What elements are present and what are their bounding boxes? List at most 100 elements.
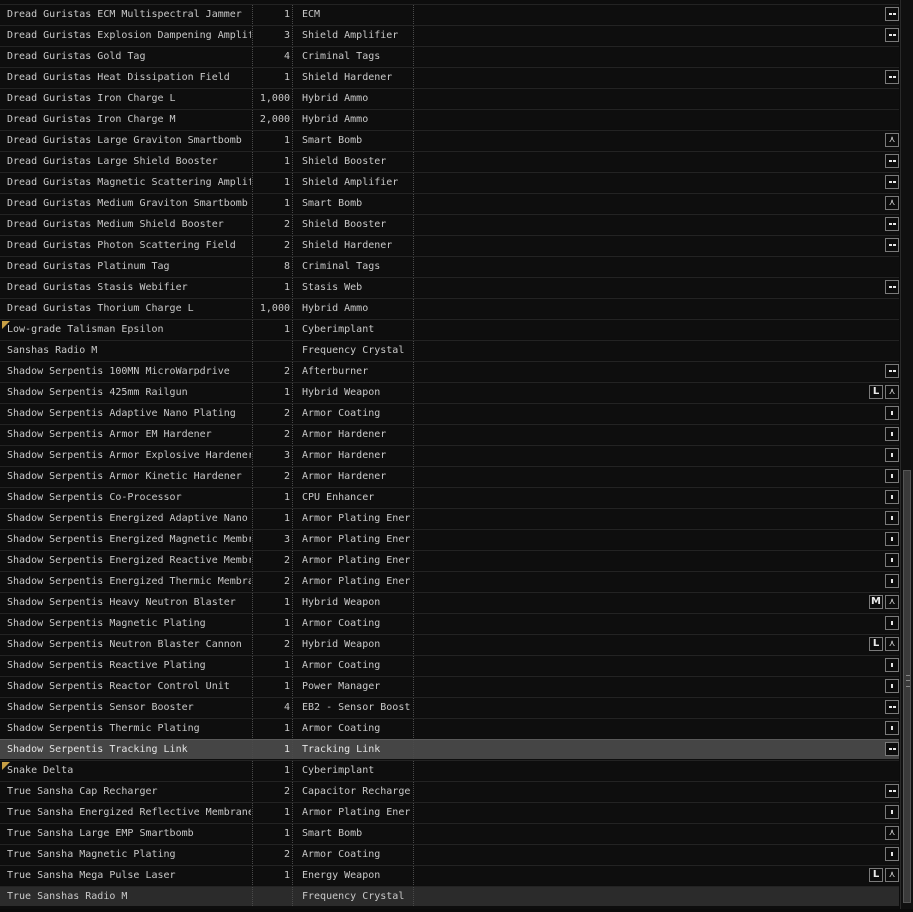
item-name: Shadow Serpentis Energized Adaptive Nano… bbox=[7, 513, 251, 524]
turret-hardpoint-icon[interactable]: ⋏ bbox=[885, 385, 899, 399]
low-slot-icon[interactable] bbox=[885, 679, 899, 693]
table-row[interactable]: True Sansha Cap Recharger 2 Capacitor Rech… bbox=[0, 781, 899, 801]
item-group: Frequency Crystal bbox=[302, 891, 405, 902]
scrollbar-thumb[interactable] bbox=[903, 470, 911, 903]
high-slot-icon[interactable] bbox=[885, 238, 899, 252]
high-slot-icon[interactable] bbox=[885, 364, 899, 378]
scrollbar[interactable] bbox=[900, 0, 913, 909]
table-row[interactable]: Shadow Serpentis Armor Explosive Hardene… bbox=[0, 445, 899, 465]
table-row[interactable]: True Sansha Magnetic Plating 2 Armor Coati… bbox=[0, 844, 899, 864]
table-row[interactable]: Shadow Serpentis Energized Magnetic Memb… bbox=[0, 529, 899, 549]
turret-hardpoint-icon[interactable]: ⋏ bbox=[885, 196, 899, 210]
item-name: Shadow Serpentis Magnetic Plating bbox=[7, 618, 206, 629]
low-slot-icon[interactable] bbox=[885, 658, 899, 672]
table-row[interactable]: Dread Guristas Large Graviton Smartbomb 1… bbox=[0, 130, 899, 150]
table-row[interactable]: Dread Guristas Thorium Charge L 1,000 Hybr… bbox=[0, 298, 899, 318]
high-slot-icon[interactable] bbox=[885, 28, 899, 42]
table-row[interactable]: Shadow Serpentis Reactive Plating 1 Armor … bbox=[0, 655, 899, 675]
turret-hardpoint-icon[interactable]: ⋏ bbox=[885, 868, 899, 882]
table-row[interactable]: Dread Guristas Medium Shield Booster 2 Shi… bbox=[0, 214, 899, 234]
table-row[interactable]: True Sansha Energized Reflective Membran… bbox=[0, 802, 899, 822]
item-group: Tracking Link bbox=[302, 744, 381, 755]
item-name: True Sansha Magnetic Plating bbox=[7, 849, 176, 860]
table-row[interactable]: Sanshas Radio M Frequency Crystal bbox=[0, 340, 899, 360]
low-slot-icon[interactable] bbox=[885, 427, 899, 441]
low-slot-icon[interactable] bbox=[885, 448, 899, 462]
slot-icons: L ⋏ bbox=[869, 385, 899, 400]
table-row[interactable]: True Sanshas Radio M Frequency Crystal bbox=[0, 886, 899, 906]
table-row[interactable]: Dread Guristas ECM Multispectral Jammer 1… bbox=[0, 4, 899, 24]
table-row[interactable]: Shadow Serpentis Sensor Booster 4 EB2 - Se… bbox=[0, 697, 899, 717]
table-row[interactable]: Dread Guristas Large Shield Booster 1 Shie… bbox=[0, 151, 899, 171]
column-divider bbox=[413, 593, 414, 612]
size-medium-icon[interactable]: M bbox=[869, 595, 883, 609]
high-slot-icon[interactable] bbox=[885, 70, 899, 84]
high-slot-icon[interactable] bbox=[885, 784, 899, 798]
table-row[interactable]: Shadow Serpentis Energized Reactive Memb… bbox=[0, 550, 899, 570]
low-slot-icon[interactable] bbox=[885, 574, 899, 588]
high-slot-icon[interactable] bbox=[885, 700, 899, 714]
table-row[interactable]: Dread Guristas Explosion Dampening Ampli… bbox=[0, 25, 899, 45]
low-slot-icon[interactable] bbox=[885, 406, 899, 420]
table-row[interactable]: Shadow Serpentis Adaptive Nano Plating 2 A… bbox=[0, 403, 899, 423]
table-row[interactable]: Shadow Serpentis Energized Thermic Membr… bbox=[0, 571, 899, 591]
table-row[interactable]: Dread Guristas Iron Charge L 1,000 Hybrid … bbox=[0, 88, 899, 108]
low-slot-icon[interactable] bbox=[885, 511, 899, 525]
table-row[interactable]: Shadow Serpentis Armor Kinetic Hardener 2… bbox=[0, 466, 899, 486]
table-row[interactable]: Shadow Serpentis Tracking Link 1 Tracking … bbox=[0, 739, 899, 759]
column-divider bbox=[252, 278, 253, 297]
table-row[interactable]: Dread Guristas Magnetic Scattering Ampli… bbox=[0, 172, 899, 192]
low-slot-icon[interactable] bbox=[885, 532, 899, 546]
table-row[interactable]: Shadow Serpentis 100MN MicroWarpdrive 2 Af… bbox=[0, 361, 899, 381]
low-slot-icon[interactable] bbox=[885, 469, 899, 483]
slot-icons bbox=[885, 532, 899, 547]
table-row[interactable]: Shadow Serpentis 425mm Railgun 1 Hybrid We… bbox=[0, 382, 899, 402]
table-row[interactable]: True Sansha Large EMP Smartbomb 1 Smart Bo… bbox=[0, 823, 899, 843]
column-divider bbox=[252, 89, 253, 108]
low-slot-icon[interactable] bbox=[885, 616, 899, 630]
high-slot-icon[interactable] bbox=[885, 217, 899, 231]
low-slot-icon[interactable] bbox=[885, 721, 899, 735]
table-row[interactable]: Shadow Serpentis Heavy Neutron Blaster 1 H… bbox=[0, 592, 899, 612]
high-slot-icon[interactable] bbox=[885, 280, 899, 294]
table-row[interactable]: Snake Delta 1 Cyberimplant bbox=[0, 760, 899, 780]
table-row[interactable]: Dread Guristas Gold Tag 4 Criminal Tags bbox=[0, 46, 899, 66]
item-group: Power Manager bbox=[302, 681, 381, 692]
table-row[interactable]: Dread Guristas Heat Dissipation Field 1 Sh… bbox=[0, 67, 899, 87]
table-row[interactable]: Dread Guristas Stasis Webifier 1 Stasis We… bbox=[0, 277, 899, 297]
low-slot-icon[interactable] bbox=[885, 805, 899, 819]
table-row[interactable]: Shadow Serpentis Armor EM Hardener 2 Armor… bbox=[0, 424, 899, 444]
turret-hardpoint-icon[interactable]: ⋏ bbox=[885, 133, 899, 147]
item-name: Dread Guristas Heat Dissipation Field bbox=[7, 72, 230, 83]
table-row[interactable]: Dread Guristas Photon Scattering Field 2 S… bbox=[0, 235, 899, 255]
table-row[interactable]: Shadow Serpentis Co-Processor 1 CPU Enhanc… bbox=[0, 487, 899, 507]
high-slot-icon[interactable] bbox=[885, 175, 899, 189]
size-large-icon[interactable]: L bbox=[869, 385, 883, 399]
size-large-icon[interactable]: L bbox=[869, 868, 883, 882]
turret-hardpoint-icon[interactable]: ⋏ bbox=[885, 826, 899, 840]
low-slot-icon[interactable] bbox=[885, 553, 899, 567]
column-divider bbox=[292, 761, 293, 780]
column-divider bbox=[413, 110, 414, 129]
table-row[interactable]: Shadow Serpentis Energized Adaptive Nano… bbox=[0, 508, 899, 528]
turret-hardpoint-icon[interactable]: ⋏ bbox=[885, 595, 899, 609]
table-row[interactable]: Shadow Serpentis Neutron Blaster Cannon 2… bbox=[0, 634, 899, 654]
table-row[interactable]: True Sansha Mega Pulse Laser 1 Energy Weap… bbox=[0, 865, 899, 885]
turret-hardpoint-icon[interactable]: ⋏ bbox=[885, 637, 899, 651]
column-divider bbox=[292, 593, 293, 612]
high-slot-icon[interactable] bbox=[885, 742, 899, 756]
table-row[interactable]: Dread Guristas Iron Charge M 2,000 Hybrid … bbox=[0, 109, 899, 129]
high-slot-icon[interactable] bbox=[885, 154, 899, 168]
table-row[interactable]: Shadow Serpentis Magnetic Plating 1 Armor … bbox=[0, 613, 899, 633]
size-large-icon[interactable]: L bbox=[869, 637, 883, 651]
high-slot-icon[interactable] bbox=[885, 7, 899, 21]
item-quantity: 2,000 bbox=[259, 114, 290, 125]
table-row[interactable]: Shadow Serpentis Thermic Plating 1 Armor C… bbox=[0, 718, 899, 738]
item-group: Energy Weapon bbox=[302, 870, 381, 881]
table-row[interactable]: Shadow Serpentis Reactor Control Unit 1 Po… bbox=[0, 676, 899, 696]
low-slot-icon[interactable] bbox=[885, 490, 899, 504]
table-row[interactable]: Dread Guristas Medium Graviton Smartbomb… bbox=[0, 193, 899, 213]
table-row[interactable]: Low-grade Talisman Epsilon 1 Cyberimplant bbox=[0, 319, 899, 339]
low-slot-icon[interactable] bbox=[885, 847, 899, 861]
table-row[interactable]: Dread Guristas Platinum Tag 8 Criminal Tag… bbox=[0, 256, 899, 276]
